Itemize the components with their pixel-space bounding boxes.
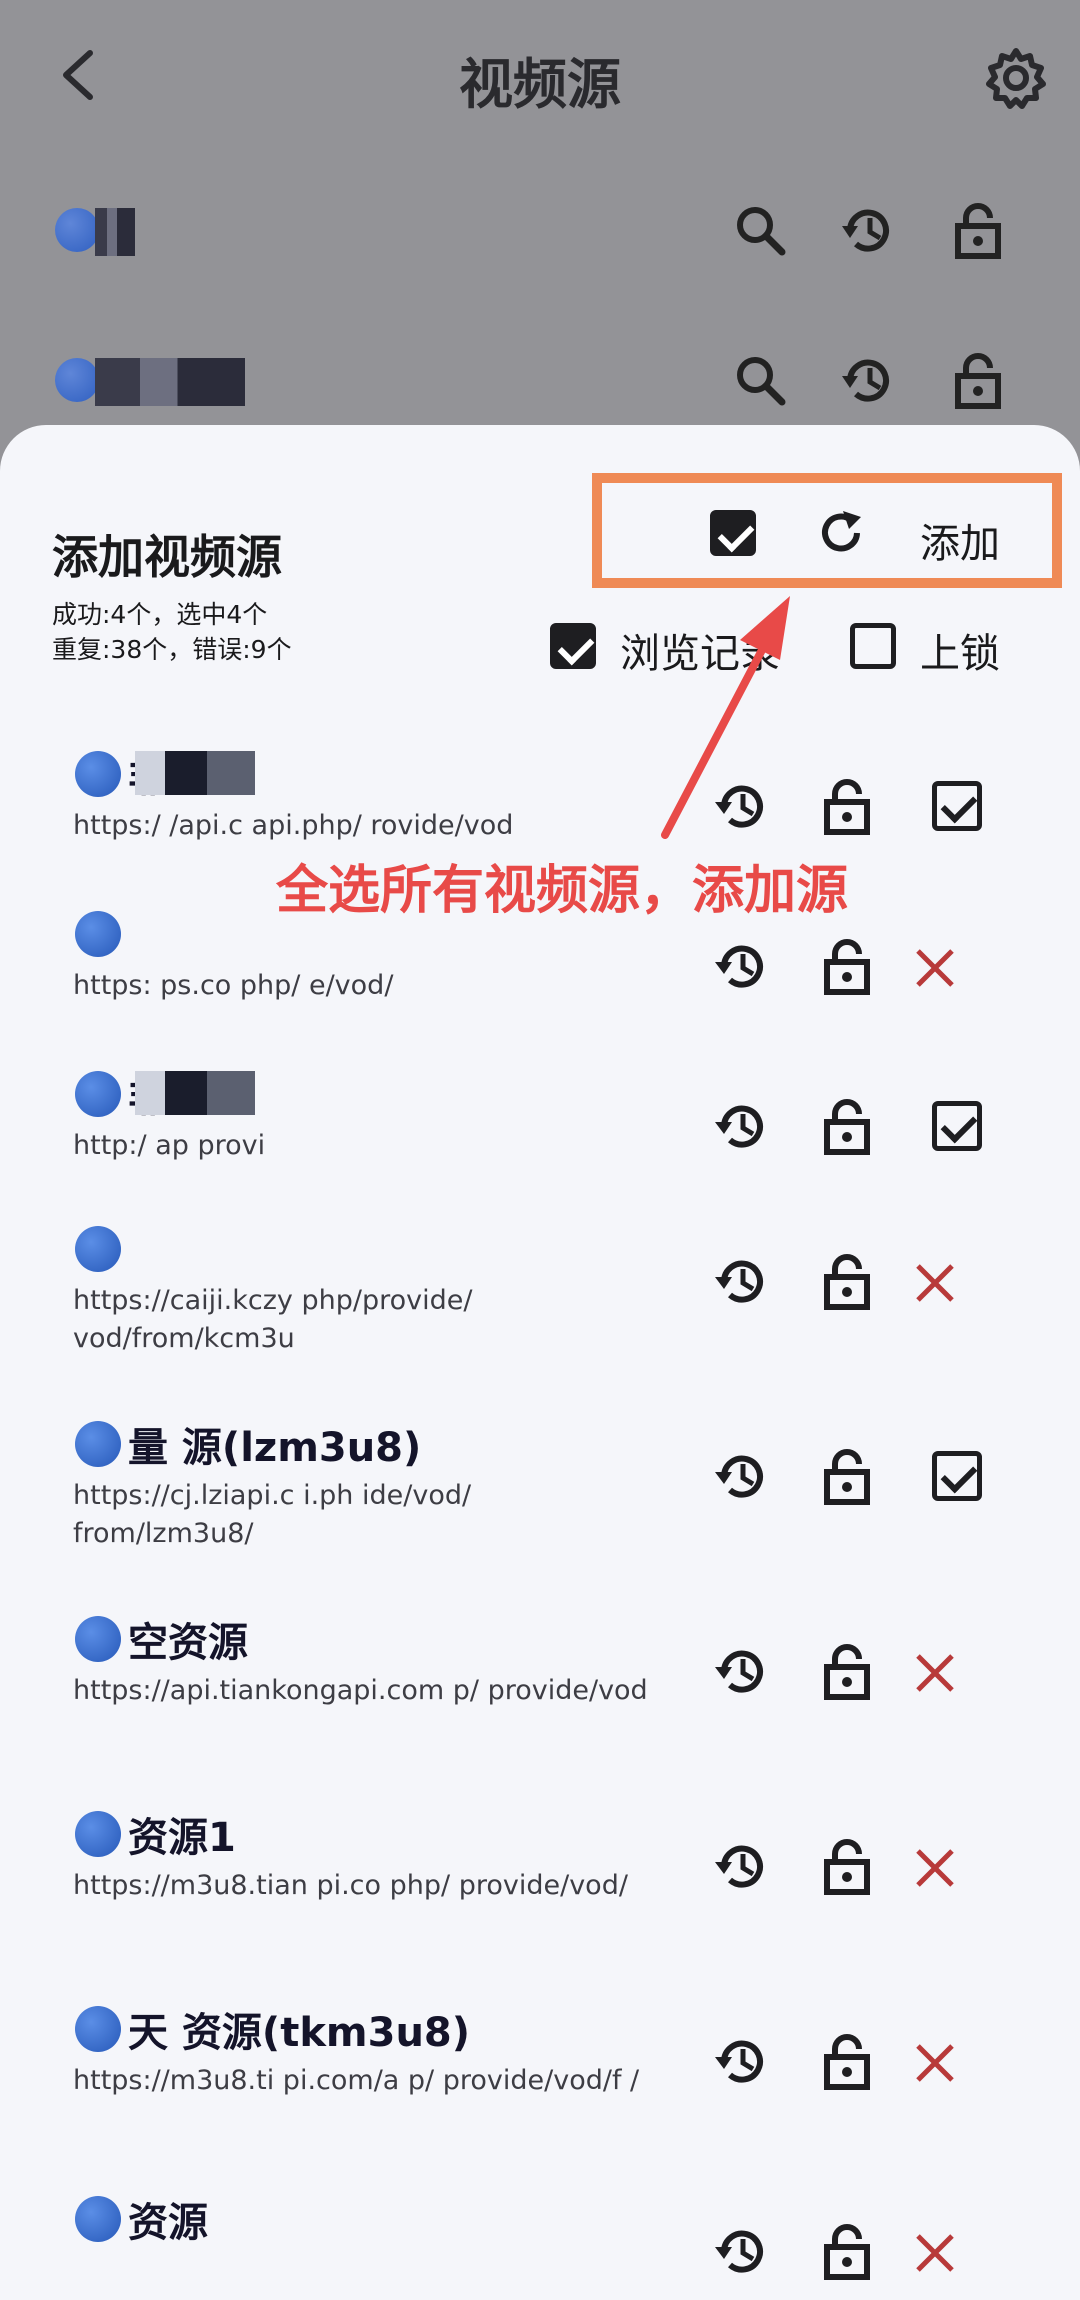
lock-open-icon[interactable] — [818, 937, 876, 995]
history-icon[interactable] — [712, 777, 770, 835]
annotation-text: 全选所有视频源，添加源 — [276, 861, 849, 921]
refresh-icon[interactable] — [815, 507, 867, 559]
history-checkbox[interactable] — [550, 623, 596, 669]
close-icon[interactable] — [912, 2230, 958, 2276]
source-dot-icon — [75, 1616, 121, 1662]
lock-open-icon[interactable] — [818, 1447, 876, 1505]
source-name: 资源1 — [128, 1815, 236, 1861]
source-dot-icon — [75, 1811, 121, 1857]
select-checkbox-checked[interactable] — [932, 781, 982, 831]
redacted-name — [95, 208, 135, 256]
history-icon[interactable] — [838, 350, 898, 410]
source-url: https://m3u8.ti pi.com/a p/ provide/vod/… — [73, 2065, 640, 2096]
history-icon[interactable] — [712, 937, 770, 995]
history-label: 浏览记录 — [620, 631, 780, 677]
source-name: 空资源 — [128, 1620, 248, 1666]
background-source-row — [0, 320, 1080, 440]
source-url: http:/ ap provi — [73, 1130, 266, 1161]
history-icon[interactable] — [712, 2032, 770, 2090]
source-url: https://api.tiankongapi.com p/ provide/v… — [73, 1675, 648, 1706]
select-all-checkbox[interactable] — [710, 510, 756, 556]
source-url: https://m3u8.tian pi.co php/ provide/vod… — [73, 1870, 628, 1901]
select-checkbox-checked[interactable] — [932, 1101, 982, 1151]
source-url: https: ps.co php/ e/vod/ — [73, 970, 394, 1001]
history-icon[interactable] — [712, 1447, 770, 1505]
close-icon[interactable] — [912, 1650, 958, 1696]
lock-open-icon[interactable] — [818, 1837, 876, 1895]
history-icon[interactable] — [838, 200, 898, 260]
history-icon[interactable] — [712, 1642, 770, 1700]
source-dot-icon — [75, 2006, 121, 2052]
gear-icon[interactable] — [983, 45, 1049, 111]
stat-success: 成功:4个，选中4个 — [52, 600, 268, 629]
search-icon[interactable] — [730, 200, 790, 260]
background-source-row — [0, 170, 1080, 290]
sheet-title: 添加视频源 — [52, 530, 282, 584]
source-name: 资源 — [128, 2200, 208, 2246]
close-icon[interactable] — [912, 1845, 958, 1891]
lock-open-icon[interactable] — [818, 2222, 876, 2280]
top-bar: 视频源 — [0, 0, 1080, 150]
lock-open-icon[interactable] — [818, 777, 876, 835]
source-url: https:/ /api.c api.php/ rovide/vod — [73, 810, 514, 841]
source-url: https://caiji.kczy php/provide/ vod/from… — [73, 1285, 473, 1354]
lock-open-icon[interactable] — [948, 200, 1008, 260]
page-title: 视频源 — [459, 53, 621, 116]
close-icon[interactable] — [912, 945, 958, 991]
source-dot-icon — [75, 911, 121, 957]
source-dot-icon — [75, 751, 121, 797]
source-dot-icon — [75, 2196, 121, 2242]
close-icon[interactable] — [912, 1260, 958, 1306]
search-icon[interactable] — [730, 350, 790, 410]
source-dot-icon — [55, 208, 99, 252]
redacted-name — [95, 358, 245, 406]
stat-duplicate: 重复:38个，错误:9个 — [52, 635, 292, 664]
source-url: https://cj.lziapi.c i.ph ide/vod/ from/l… — [73, 1480, 472, 1549]
history-icon[interactable] — [712, 1252, 770, 1310]
lock-checkbox[interactable] — [850, 623, 896, 669]
source-dot-icon — [75, 1071, 121, 1117]
redaction-mosaic — [135, 751, 255, 795]
lock-label: 上锁 — [920, 631, 1000, 677]
history-icon[interactable] — [712, 2222, 770, 2280]
redaction-mosaic — [135, 1071, 255, 1115]
lock-open-icon[interactable] — [818, 2032, 876, 2090]
source-name: 天 资源(tkm3u8) — [128, 2010, 471, 2056]
history-icon[interactable] — [712, 1097, 770, 1155]
source-dot-icon — [55, 358, 99, 402]
close-icon[interactable] — [912, 2040, 958, 2086]
add-button[interactable]: 添加 — [920, 511, 1000, 569]
source-name: 量 源(lzm3u8) — [128, 1425, 422, 1471]
lock-open-icon[interactable] — [948, 350, 1008, 410]
source-dot-icon — [75, 1421, 121, 1467]
lock-open-icon[interactable] — [818, 1642, 876, 1700]
lock-open-icon[interactable] — [818, 1252, 876, 1310]
source-dot-icon — [75, 1226, 121, 1272]
select-checkbox-checked[interactable] — [932, 1451, 982, 1501]
history-icon[interactable] — [712, 1837, 770, 1895]
lock-open-icon[interactable] — [818, 1097, 876, 1155]
